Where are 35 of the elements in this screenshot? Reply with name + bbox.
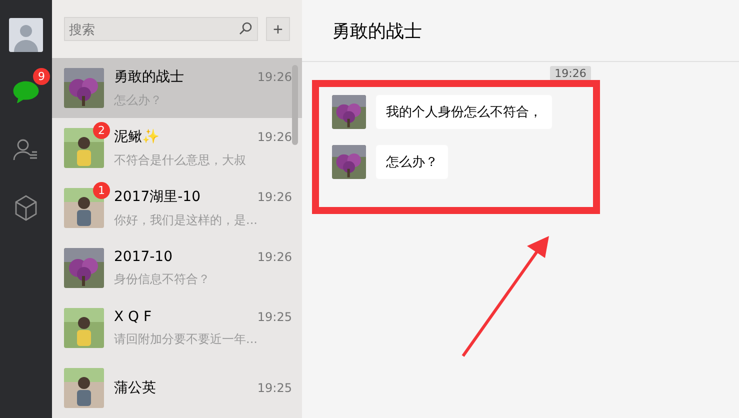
message-time: 19:25 xyxy=(257,310,292,324)
message-time: 19:25 xyxy=(257,381,292,396)
contact-name: 2017湖里-10 xyxy=(114,188,200,206)
scrollbar[interactable] xyxy=(292,65,298,145)
message-bubble: 我的个人身份怎么不符合， xyxy=(376,95,552,129)
message-time: 19:26 xyxy=(257,130,292,144)
message-time: 19:26 xyxy=(257,250,292,264)
conversation-item[interactable]: 蒲公英 19:25 xyxy=(52,358,302,418)
conversation-item[interactable]: 2 泥鳅✨ 19:26 不符合是什么意思，大叔 xyxy=(52,118,302,178)
unread-badge: 1 xyxy=(93,182,110,200)
message-preview: 你好，我们是这样的，是... xyxy=(114,212,258,229)
message-time: 19:26 xyxy=(257,70,292,84)
chat-icon xyxy=(13,81,39,103)
chat-title: 勇敢的战士 xyxy=(332,20,422,42)
unread-badge: 9 xyxy=(33,68,50,85)
add-button[interactable]: + xyxy=(266,17,290,42)
contact-name: 2017-10 xyxy=(114,248,172,265)
conversation-item[interactable]: 2017-10 19:26 身份信息不符合？ xyxy=(52,238,302,298)
conversation-item[interactable]: 1 2017湖里-10 19:26 你好，我们是这样的，是... xyxy=(52,178,302,238)
contacts-icon xyxy=(13,138,39,162)
unread-badge: 2 xyxy=(93,122,110,140)
contact-name: X Q F xyxy=(114,308,152,325)
message-preview: 不符合是什么意思，大叔 xyxy=(114,152,247,169)
search-field[interactable]: 搜索 xyxy=(64,17,258,42)
message-timestamp: 19:26 xyxy=(550,66,592,81)
contact-name: 勇敢的战士 xyxy=(114,68,184,86)
message-bubble: 怎么办？ xyxy=(376,145,448,179)
cube-icon xyxy=(14,195,38,221)
message-preview: 身份信息不符合？ xyxy=(114,270,211,288)
conversation-item[interactable]: X Q F 19:25 请回附加分要不要近一年... xyxy=(52,298,302,358)
message-time: 19:26 xyxy=(257,190,292,204)
contact-name: 蒲公英 xyxy=(114,379,156,398)
search-icon xyxy=(239,22,252,36)
message-preview: 请回附加分要不要近一年... xyxy=(114,330,258,348)
contact-name: 泥鳅✨ xyxy=(114,128,159,146)
